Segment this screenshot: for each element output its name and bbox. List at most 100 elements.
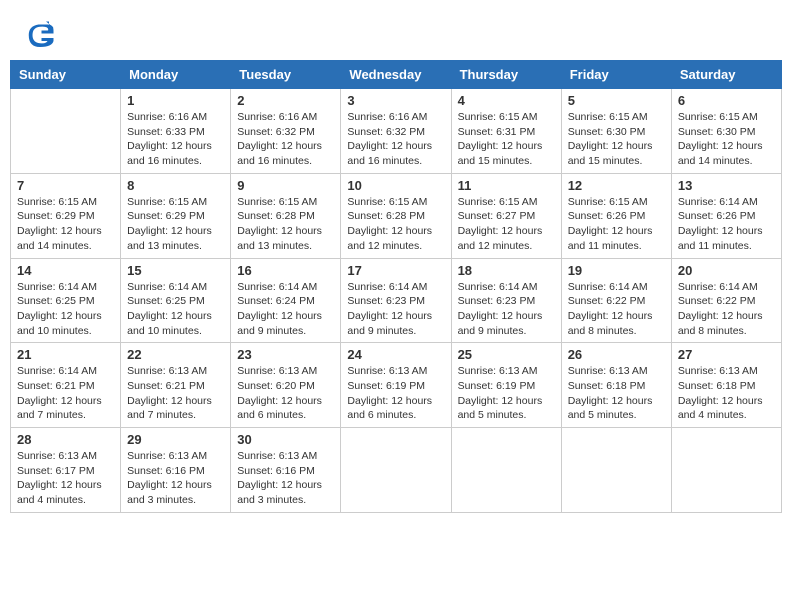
weekday-header: Tuesday — [231, 61, 341, 89]
day-number: 26 — [568, 347, 665, 362]
calendar-week-row: 28Sunrise: 6:13 AM Sunset: 6:17 PM Dayli… — [11, 428, 782, 513]
day-number: 3 — [347, 93, 444, 108]
day-number: 30 — [237, 432, 334, 447]
cell-info: Sunrise: 6:14 AM Sunset: 6:23 PM Dayligh… — [347, 280, 444, 339]
day-number: 24 — [347, 347, 444, 362]
calendar-cell: 6 Sunrise: 6:15 AM Sunset: 6:30 PM Daylig… — [671, 89, 781, 174]
calendar-week-row: 7 Sunrise: 6:15 AM Sunset: 6:29 PM Daylig… — [11, 173, 782, 258]
day-number: 15 — [127, 263, 224, 278]
weekday-header: Sunday — [11, 61, 121, 89]
calendar-cell: 14 Sunrise: 6:14 AM Sunset: 6:25 PM Dayli… — [11, 258, 121, 343]
day-number: 16 — [237, 263, 334, 278]
cell-info: Sunrise: 6:14 AM Sunset: 6:22 PM Dayligh… — [568, 280, 665, 339]
cell-info: Sunrise: 6:13 AM Sunset: 6:19 PM Dayligh… — [458, 364, 555, 423]
day-number: 29 — [127, 432, 224, 447]
day-number: 25 — [458, 347, 555, 362]
day-number: 7 — [17, 178, 114, 193]
calendar-header-row: SundayMondayTuesdayWednesdayThursdayFrid… — [11, 61, 782, 89]
cell-info: Sunrise: 6:15 AM Sunset: 6:27 PM Dayligh… — [458, 195, 555, 254]
calendar-cell: 17 Sunrise: 6:14 AM Sunset: 6:23 PM Dayli… — [341, 258, 451, 343]
day-number: 8 — [127, 178, 224, 193]
weekday-header: Thursday — [451, 61, 561, 89]
day-number: 20 — [678, 263, 775, 278]
calendar-cell: 26 Sunrise: 6:13 AM Sunset: 6:18 PM Dayli… — [561, 343, 671, 428]
calendar-cell: 22 Sunrise: 6:13 AM Sunset: 6:21 PM Dayli… — [121, 343, 231, 428]
day-number: 18 — [458, 263, 555, 278]
cell-info: Sunrise: 6:16 AM Sunset: 6:33 PM Dayligh… — [127, 110, 224, 169]
day-number: 17 — [347, 263, 444, 278]
cell-info: Sunrise: 6:13 AM Sunset: 6:21 PM Dayligh… — [127, 364, 224, 423]
day-number: 22 — [127, 347, 224, 362]
day-number: 2 — [237, 93, 334, 108]
calendar-cell: 11 Sunrise: 6:15 AM Sunset: 6:27 PM Dayli… — [451, 173, 561, 258]
calendar-cell: 5 Sunrise: 6:15 AM Sunset: 6:30 PM Daylig… — [561, 89, 671, 174]
calendar-cell: 3Sunrise: 6:16 AM Sunset: 6:32 PM Daylig… — [341, 89, 451, 174]
calendar-cell: 24 Sunrise: 6:13 AM Sunset: 6:19 PM Dayli… — [341, 343, 451, 428]
day-number: 12 — [568, 178, 665, 193]
cell-info: Sunrise: 6:13 AM Sunset: 6:16 PM Dayligh… — [237, 449, 334, 508]
calendar-cell: 30 Sunrise: 6:13 AM Sunset: 6:16 PM Dayli… — [231, 428, 341, 513]
calendar-cell — [451, 428, 561, 513]
calendar-cell: 27 Sunrise: 6:13 AM Sunset: 6:18 PM Dayli… — [671, 343, 781, 428]
calendar-cell: 19 Sunrise: 6:14 AM Sunset: 6:22 PM Dayli… — [561, 258, 671, 343]
cell-info: Sunrise: 6:15 AM Sunset: 6:29 PM Dayligh… — [127, 195, 224, 254]
weekday-header: Saturday — [671, 61, 781, 89]
calendar-cell: 18 Sunrise: 6:14 AM Sunset: 6:23 PM Dayli… — [451, 258, 561, 343]
cell-info: Sunrise: 6:14 AM Sunset: 6:26 PM Dayligh… — [678, 195, 775, 254]
calendar-cell: 9 Sunrise: 6:15 AM Sunset: 6:28 PM Daylig… — [231, 173, 341, 258]
cell-info: Sunrise: 6:14 AM Sunset: 6:22 PM Dayligh… — [678, 280, 775, 339]
calendar-cell: 12Sunrise: 6:15 AM Sunset: 6:26 PM Dayli… — [561, 173, 671, 258]
day-number: 19 — [568, 263, 665, 278]
calendar-cell: 28Sunrise: 6:13 AM Sunset: 6:17 PM Dayli… — [11, 428, 121, 513]
calendar-cell: 29 Sunrise: 6:13 AM Sunset: 6:16 PM Dayli… — [121, 428, 231, 513]
calendar-cell: 10 Sunrise: 6:15 AM Sunset: 6:28 PM Dayli… — [341, 173, 451, 258]
day-number: 27 — [678, 347, 775, 362]
cell-info: Sunrise: 6:13 AM Sunset: 6:16 PM Dayligh… — [127, 449, 224, 508]
cell-info: Sunrise: 6:15 AM Sunset: 6:28 PM Dayligh… — [347, 195, 444, 254]
cell-info: Sunrise: 6:13 AM Sunset: 6:18 PM Dayligh… — [568, 364, 665, 423]
cell-info: Sunrise: 6:14 AM Sunset: 6:21 PM Dayligh… — [17, 364, 114, 423]
day-number: 6 — [678, 93, 775, 108]
day-number: 1 — [127, 93, 224, 108]
day-number: 4 — [458, 93, 555, 108]
calendar-cell: 23Sunrise: 6:13 AM Sunset: 6:20 PM Dayli… — [231, 343, 341, 428]
calendar-cell: 4Sunrise: 6:15 AM Sunset: 6:31 PM Daylig… — [451, 89, 561, 174]
calendar-cell: 25 Sunrise: 6:13 AM Sunset: 6:19 PM Dayli… — [451, 343, 561, 428]
cell-info: Sunrise: 6:15 AM Sunset: 6:29 PM Dayligh… — [17, 195, 114, 254]
calendar-week-row: 1 Sunrise: 6:16 AM Sunset: 6:33 PM Daylig… — [11, 89, 782, 174]
calendar-cell: 7 Sunrise: 6:15 AM Sunset: 6:29 PM Daylig… — [11, 173, 121, 258]
day-number: 23 — [237, 347, 334, 362]
cell-info: Sunrise: 6:15 AM Sunset: 6:30 PM Dayligh… — [568, 110, 665, 169]
day-number: 9 — [237, 178, 334, 193]
calendar-cell: 13 Sunrise: 6:14 AM Sunset: 6:26 PM Dayli… — [671, 173, 781, 258]
cell-info: Sunrise: 6:15 AM Sunset: 6:30 PM Dayligh… — [678, 110, 775, 169]
calendar-week-row: 21 Sunrise: 6:14 AM Sunset: 6:21 PM Dayli… — [11, 343, 782, 428]
day-number: 11 — [458, 178, 555, 193]
weekday-header: Wednesday — [341, 61, 451, 89]
day-number: 21 — [17, 347, 114, 362]
cell-info: Sunrise: 6:13 AM Sunset: 6:19 PM Dayligh… — [347, 364, 444, 423]
cell-info: Sunrise: 6:14 AM Sunset: 6:25 PM Dayligh… — [17, 280, 114, 339]
calendar-cell — [561, 428, 671, 513]
calendar-cell: 21 Sunrise: 6:14 AM Sunset: 6:21 PM Dayli… — [11, 343, 121, 428]
calendar-week-row: 14 Sunrise: 6:14 AM Sunset: 6:25 PM Dayli… — [11, 258, 782, 343]
day-number: 13 — [678, 178, 775, 193]
logo — [25, 20, 59, 50]
cell-info: Sunrise: 6:14 AM Sunset: 6:25 PM Dayligh… — [127, 280, 224, 339]
day-number: 10 — [347, 178, 444, 193]
calendar-cell — [11, 89, 121, 174]
cell-info: Sunrise: 6:13 AM Sunset: 6:18 PM Dayligh… — [678, 364, 775, 423]
day-number: 14 — [17, 263, 114, 278]
calendar-cell: 16 Sunrise: 6:14 AM Sunset: 6:24 PM Dayli… — [231, 258, 341, 343]
cell-info: Sunrise: 6:15 AM Sunset: 6:28 PM Dayligh… — [237, 195, 334, 254]
day-number: 5 — [568, 93, 665, 108]
cell-info: Sunrise: 6:16 AM Sunset: 6:32 PM Dayligh… — [237, 110, 334, 169]
cell-info: Sunrise: 6:14 AM Sunset: 6:23 PM Dayligh… — [458, 280, 555, 339]
cell-info: Sunrise: 6:13 AM Sunset: 6:17 PM Dayligh… — [17, 449, 114, 508]
page-header — [10, 10, 782, 55]
calendar-cell: 15 Sunrise: 6:14 AM Sunset: 6:25 PM Dayli… — [121, 258, 231, 343]
weekday-header: Friday — [561, 61, 671, 89]
calendar-cell: 2 Sunrise: 6:16 AM Sunset: 6:32 PM Daylig… — [231, 89, 341, 174]
cell-info: Sunrise: 6:14 AM Sunset: 6:24 PM Dayligh… — [237, 280, 334, 339]
logo-icon — [25, 20, 55, 50]
